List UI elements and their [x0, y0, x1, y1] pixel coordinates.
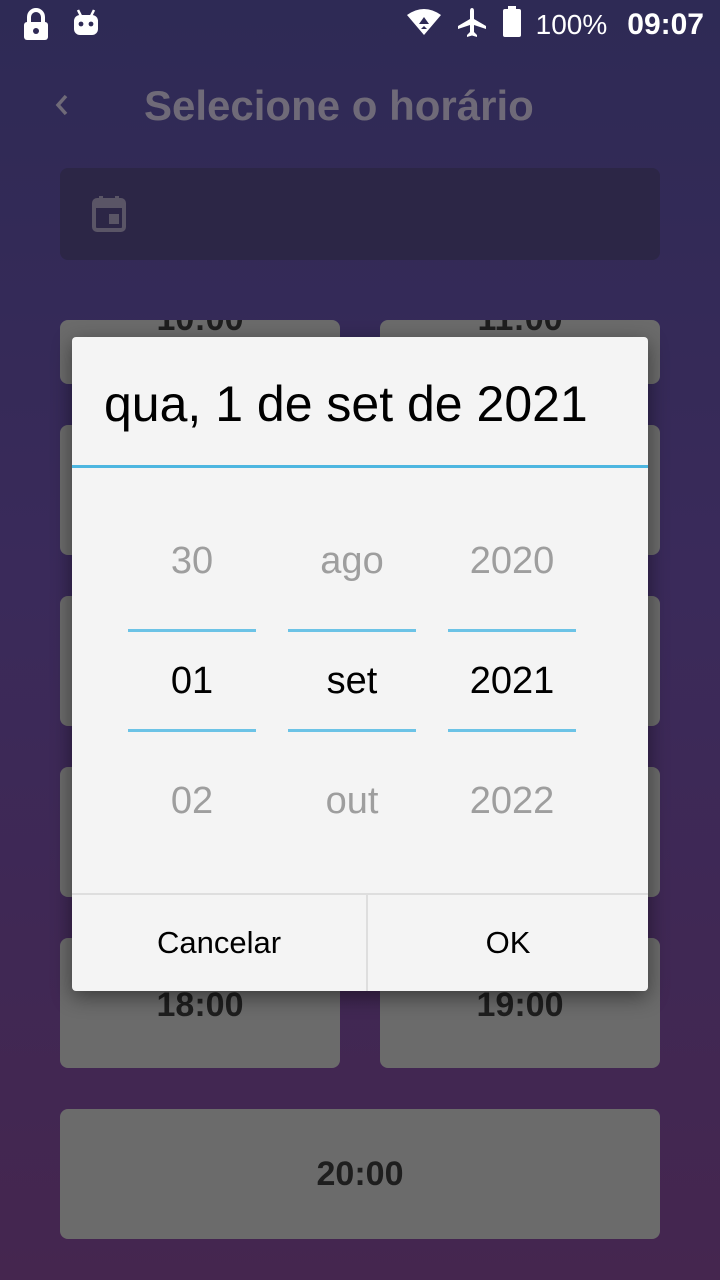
year-current[interactable]: 2021 [448, 660, 576, 703]
month-picker[interactable]: ago set out [288, 468, 416, 893]
time-slot-label: 18:00 [156, 986, 244, 1024]
day-current[interactable]: 01 [128, 660, 256, 703]
cancel-button[interactable]: Cancelar [72, 895, 368, 991]
divider [128, 629, 256, 632]
dialog-actions: Cancelar OK [72, 893, 648, 991]
divider [448, 629, 576, 632]
ok-button[interactable]: OK [368, 895, 648, 991]
page-title: Selecione o horário [144, 82, 534, 129]
chevron-left-icon [44, 94, 84, 132]
year-prev[interactable]: 2020 [448, 540, 576, 583]
airplane-icon [456, 6, 488, 43]
date-picker-dialog: qua, 1 de set de 2021 30 01 02 ago set o… [72, 337, 648, 991]
day-picker[interactable]: 30 01 02 [128, 468, 256, 893]
dialog-header: qua, 1 de set de 2021 [72, 337, 648, 468]
day-next[interactable]: 02 [128, 780, 256, 823]
dialog-title: qua, 1 de set de 2021 [104, 376, 588, 432]
month-next[interactable]: out [288, 780, 416, 823]
wifi-icon [406, 7, 442, 42]
month-prev[interactable]: ago [288, 540, 416, 583]
divider [128, 729, 256, 732]
time-slot-label: 20:00 [316, 1154, 404, 1193]
time-slot-20-00[interactable]: 20:00 [60, 1109, 660, 1239]
clock: 09:07 [627, 7, 704, 41]
back-button[interactable] [44, 82, 84, 128]
time-slot-label: 19:00 [476, 986, 564, 1024]
battery-percent: 100% [535, 8, 608, 40]
divider [288, 629, 416, 632]
calendar-icon [92, 196, 126, 237]
day-prev[interactable]: 30 [128, 540, 256, 583]
android-debug-icon [72, 8, 100, 47]
divider [288, 729, 416, 732]
year-picker[interactable]: 2020 2021 2022 [448, 468, 576, 893]
year-next[interactable]: 2022 [448, 780, 576, 823]
battery-icon [502, 6, 522, 43]
status-bar: 100% 09:07 [0, 0, 720, 50]
lock-icon [22, 8, 50, 47]
month-current[interactable]: set [288, 660, 416, 703]
divider [448, 729, 576, 732]
date-field[interactable] [60, 168, 660, 260]
